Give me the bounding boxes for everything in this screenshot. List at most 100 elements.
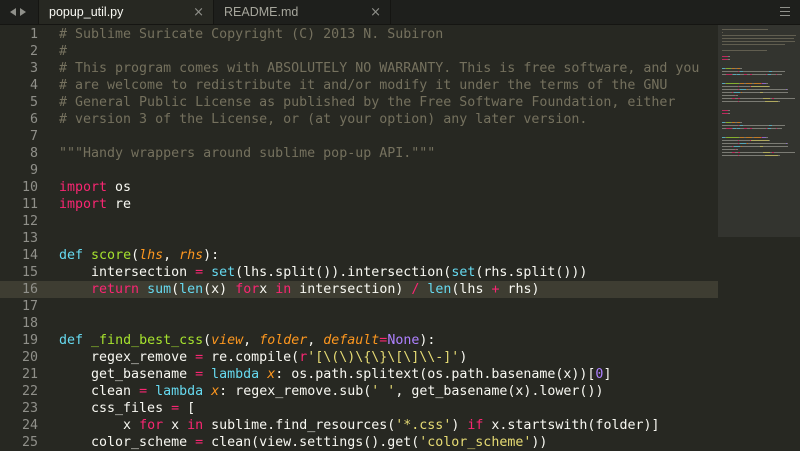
code-line[interactable]: 2 # <box>0 43 718 60</box>
minimap-stroke <box>722 35 796 36</box>
code-line[interactable]: 20 regex_remove = re.compile(r'[\(\)\{\}… <box>0 349 718 366</box>
tab-popup-util[interactable]: popup_util.py × <box>38 0 214 24</box>
code-line[interactable]: 8 """Handy wrappers around sublime pop-up… <box>0 145 718 162</box>
code-token: )) <box>531 435 548 450</box>
code-line[interactable]: 22 clean = lambda x: regex_remove.sub(' … <box>0 383 718 400</box>
minimap-stroke <box>752 74 766 75</box>
code-token: '*.css' <box>395 418 452 433</box>
tab-label: README.md <box>224 5 299 19</box>
code-line[interactable]: 14 def score(lhs, rhs): <box>0 247 718 264</box>
code-token: = <box>195 435 204 450</box>
code-line[interactable]: 9 <box>0 162 718 179</box>
code-token: ): <box>203 248 220 263</box>
minimap-stroke <box>726 137 739 138</box>
code-token: : regex_remove.sub( <box>219 384 372 399</box>
code-line[interactable]: 4 # are welcome to redistribute it and/or… <box>0 77 718 94</box>
line-number: 20 <box>21 350 38 365</box>
minimap-stroke <box>766 137 768 138</box>
code-token: in <box>187 418 204 433</box>
minimap-stroke <box>743 125 769 126</box>
close-icon[interactable]: × <box>193 5 204 20</box>
minimap-stroke <box>728 113 730 114</box>
code-text: # This program comes with ABSOLUTELY NO … <box>59 60 699 77</box>
code-token: color_scheme <box>59 435 196 450</box>
tab-navigation[interactable] <box>0 0 36 24</box>
minimap-stroke <box>722 95 735 96</box>
minimap-stroke <box>742 146 760 147</box>
minimap-stroke <box>740 68 742 69</box>
minimap-stroke <box>722 140 738 141</box>
code-token: , <box>307 333 324 348</box>
code-line[interactable]: 17 <box>0 298 718 315</box>
code-line[interactable]: 19 def _find_best_css(view, folder, defau… <box>0 332 718 349</box>
code-line[interactable]: 16 return sum(len(x) forx in intersectio… <box>0 281 718 298</box>
code-line[interactable]: 23 css_files = [ <box>0 400 718 417</box>
minimap-stroke <box>742 92 760 93</box>
code-token: score <box>91 248 132 263</box>
code-token: ( <box>171 282 180 297</box>
code-line[interactable]: 1 # Sublime Suricate Copyright (C) 2013 N… <box>0 26 718 43</box>
code-line[interactable]: 7 <box>0 128 718 145</box>
code-line[interactable]: 18 <box>0 315 718 332</box>
code-line[interactable]: 5 # General Public License as published b… <box>0 94 718 111</box>
code-line[interactable]: 25 color_scheme = clean(view.settings().… <box>0 434 718 451</box>
line-number: 8 <box>29 146 38 161</box>
line-number: 15 <box>21 265 38 280</box>
code-token: rhs <box>179 248 204 263</box>
code-token: (x) <box>203 282 236 297</box>
code-token: lambda <box>211 367 260 382</box>
minimap-viewport[interactable] <box>718 25 800 237</box>
close-icon[interactable]: × <box>370 5 381 20</box>
code-line[interactable]: 24 x for x in sublime.find_resources('*.… <box>0 417 718 434</box>
code-token: len <box>179 282 204 297</box>
code-line[interactable]: 11 import re <box>0 196 718 213</box>
code-token: r <box>299 350 308 365</box>
code-token: # This program comes with ABSOLUTELY NO … <box>59 61 700 76</box>
code-token: , <box>163 248 180 263</box>
minimap-stroke <box>769 86 770 87</box>
code-editor[interactable]: 1 # Sublime Suricate Copyright (C) 2013 N… <box>0 25 718 450</box>
line-number: 6 <box>29 112 38 127</box>
code-line[interactable]: 13 <box>0 230 718 247</box>
code-line[interactable]: 12 <box>0 213 718 230</box>
code-line[interactable]: 6 # version 3 of the License, or (at your… <box>0 111 718 128</box>
code-line[interactable]: 15 intersection = set(lhs.split()).inter… <box>0 264 718 281</box>
code-token: = <box>171 401 180 416</box>
code-line[interactable]: 10 import os <box>0 179 718 196</box>
code-token: css_files <box>59 401 172 416</box>
arrow-left-icon[interactable] <box>10 8 16 16</box>
code-token: (lhs.split()).intersection( <box>235 265 452 280</box>
code-token: ) <box>451 418 468 433</box>
code-token: os <box>115 180 132 195</box>
minimap-stroke <box>722 29 768 30</box>
code-token: if <box>467 418 484 433</box>
code-line[interactable]: 3 # This program comes with ABSOLUTELY NO… <box>0 60 718 77</box>
minimap[interactable] <box>718 25 800 450</box>
minimap-stroke <box>722 92 732 93</box>
line-number: 19 <box>21 333 38 348</box>
minimap-stroke <box>751 86 769 87</box>
menu-icon[interactable] <box>780 7 790 19</box>
line-number: 25 <box>21 435 38 450</box>
minimap-stroke <box>763 92 788 93</box>
code-line[interactable]: 21 get_basename = lambda x: os.path.spli… <box>0 366 718 383</box>
code-token: ): <box>419 333 436 348</box>
tab-readme[interactable]: README.md × <box>215 0 391 24</box>
code-text: # are welcome to redistribute it and/or … <box>59 77 667 94</box>
minimap-stroke <box>772 71 785 72</box>
code-token: re.compile( <box>203 350 300 365</box>
code-token: clean(view.settings().get( <box>203 435 420 450</box>
minimap-stroke <box>748 89 786 90</box>
code-text: # General Public License as published by… <box>59 94 675 111</box>
arrow-right-icon[interactable] <box>20 8 26 16</box>
minimap-stroke <box>777 128 782 129</box>
minimap-stroke <box>774 98 795 99</box>
minimap-stroke <box>722 125 738 126</box>
minimap-stroke <box>722 32 723 33</box>
code-token: x <box>259 282 276 297</box>
code-text: """Handy wrappers around sublime pop-up … <box>59 145 435 162</box>
code-token: sublime.find_resources( <box>203 418 396 433</box>
